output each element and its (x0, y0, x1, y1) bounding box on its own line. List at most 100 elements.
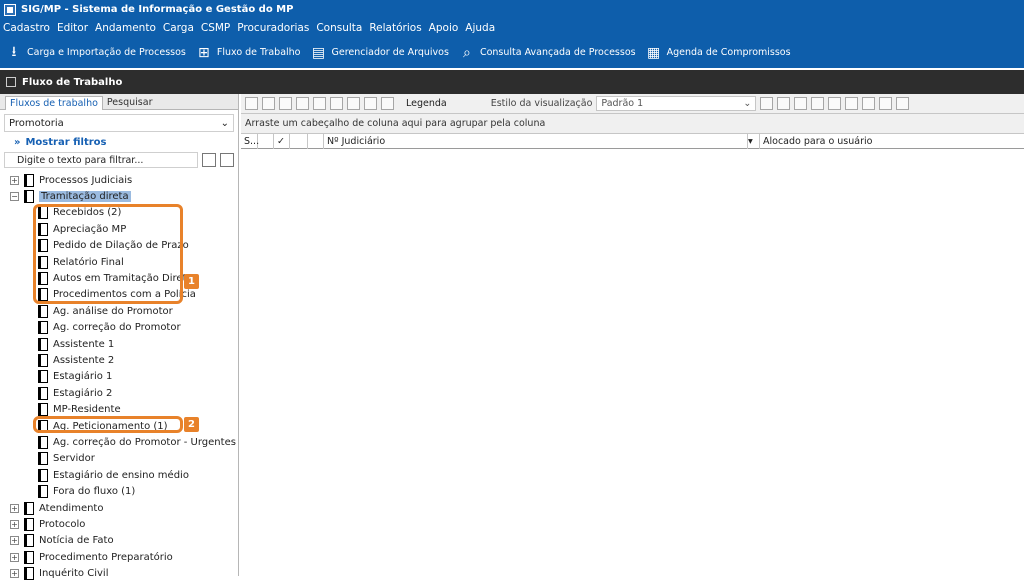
tree-node-label: MP-Residente (53, 404, 121, 416)
menu-csmp[interactable]: CSMP (201, 22, 230, 34)
paperclip-icon[interactable] (308, 133, 324, 149)
toolbar-fluxo-button[interactable]: ⊞ Fluxo de Trabalho (196, 45, 301, 61)
callout-badge-2: 2 (184, 417, 199, 432)
tree-collapse-icon[interactable] (220, 153, 234, 167)
column-status[interactable]: S... (241, 133, 259, 149)
expand-icon[interactable]: + (10, 503, 19, 513)
menu-consulta[interactable]: Consulta (316, 22, 362, 34)
tree-node[interactable]: + Processos Judiciais (0, 172, 238, 188)
toolbar-carga-label: Carga e Importação de Processos (27, 47, 186, 58)
document-icon (38, 386, 48, 400)
toolbar-agenda-button[interactable]: ▦ Agenda de Compromissos (646, 45, 791, 61)
tree-node[interactable]: + Protocolo (0, 516, 238, 532)
menu-apoio[interactable]: Apoio (429, 22, 459, 34)
show-filters-label: Mostrar filtros (25, 137, 107, 148)
combo-value: Promotoria (9, 117, 64, 129)
menu-andamento[interactable]: Andamento (95, 22, 156, 34)
tree-icon[interactable] (862, 97, 876, 110)
tree-node[interactable]: Estagiário de ensino médio (0, 467, 238, 483)
filter-input[interactable]: Digite o texto para filtrar... (4, 152, 198, 168)
tree-node[interactable]: Assistente 2 (0, 352, 238, 368)
toolbar-carga-button[interactable]: ⭳ Carga e Importação de Processos (6, 44, 186, 61)
tree-node[interactable]: Fora do fluxo (1) (0, 483, 238, 499)
main-toolbar: ⭳ Carga e Importação de Processos ⊞ Flux… (0, 37, 1024, 68)
tag-icon[interactable] (290, 133, 308, 149)
group-by-area[interactable]: Arraste um cabeçalho de coluna aqui para… (241, 114, 1024, 134)
expand-icon[interactable]: + (10, 175, 19, 185)
document-icon (24, 173, 34, 187)
delete-icon[interactable] (777, 97, 791, 110)
group-icon[interactable] (845, 97, 859, 110)
paste-icon[interactable] (296, 97, 309, 110)
attach-icon[interactable] (364, 97, 377, 110)
legend-button[interactable]: Legenda (406, 98, 447, 109)
column-alocado-label: Alocado para o usuário (763, 135, 873, 147)
copy-icon[interactable] (279, 97, 292, 110)
refresh-icon[interactable] (262, 97, 275, 110)
toolbar-consulta-button[interactable]: ⌕ Consulta Avançada de Processos (459, 45, 636, 61)
tree-node[interactable]: Estagiário 1 (0, 369, 238, 385)
edit-icon[interactable] (794, 97, 808, 110)
tree-node[interactable]: Estagiário 2 (0, 385, 238, 401)
menu-ajuda[interactable]: Ajuda (465, 22, 495, 34)
callout-box-1 (33, 204, 183, 304)
collapse-icon[interactable]: − (10, 192, 19, 202)
tree-node-label: Assistente 1 (53, 338, 115, 350)
tab-pesquisar[interactable]: Pesquisar (103, 96, 157, 109)
filter-icon[interactable] (828, 97, 842, 110)
tab-fluxos[interactable]: Fluxos de trabalho (5, 96, 103, 110)
tree-node[interactable]: Ag. correção do Promotor (0, 320, 238, 336)
callout-badge-1: 1 (184, 274, 199, 289)
tree-node[interactable]: Servidor (0, 451, 238, 467)
tree-node[interactable]: Ag. correção do Promotor - Urgentes (0, 434, 238, 450)
columns-icon[interactable] (811, 97, 825, 110)
promotoria-combo[interactable]: Promotoria ⌄ (4, 114, 234, 132)
column-filter-icon[interactable]: ▾ (748, 133, 760, 149)
panel-title: Fluxo de Trabalho (22, 76, 123, 88)
layout-icon[interactable] (879, 97, 893, 110)
right-pane: Legenda Estilo da visualização Padrão 1 … (241, 94, 1024, 576)
toolbar-gerenciador-button[interactable]: ▤ Gerenciador de Arquivos (311, 45, 449, 61)
save-icon[interactable] (760, 97, 774, 110)
document-icon[interactable] (347, 97, 360, 110)
panel-header: Fluxo de Trabalho (0, 70, 1024, 94)
show-filters-link[interactable]: » Mostrar filtros (14, 137, 238, 148)
tree-node[interactable]: Assistente 1 (0, 336, 238, 352)
upload-icon[interactable] (381, 97, 394, 110)
menu-procuradorias[interactable]: Procuradorias (237, 22, 309, 34)
move-icon[interactable] (313, 97, 326, 110)
tree-node[interactable]: + Notícia de Fato (0, 533, 238, 549)
tree-node[interactable]: + Atendimento (0, 500, 238, 516)
tree-expand-icon[interactable] (202, 153, 216, 167)
expand-icon[interactable]: + (10, 552, 19, 562)
tree-node-label: Processos Judiciais (39, 174, 133, 186)
menu-relatorios[interactable]: Relatórios (369, 22, 421, 34)
style-select[interactable]: Padrão 1 ⌄ (596, 96, 757, 111)
menu-editor[interactable]: Editor (57, 22, 88, 34)
tree-node[interactable]: − Tramitação direta (0, 188, 238, 204)
document-icon (24, 567, 34, 581)
tree-node[interactable]: + Procedimento Preparatório (0, 549, 238, 565)
document-icon (38, 452, 48, 466)
document-icon (38, 304, 48, 318)
document-icon (38, 403, 48, 417)
check-icon[interactable]: ✓ (274, 133, 290, 149)
toolbar-agenda-label: Agenda de Compromissos (666, 47, 791, 58)
callout-box-2 (33, 416, 183, 433)
menu-carga[interactable]: Carga (163, 22, 194, 34)
tree-node[interactable]: Ag. análise do Promotor (0, 303, 238, 319)
toolbar-fluxo-label: Fluxo de Trabalho (216, 47, 301, 58)
tree-node-label: Assistente 2 (53, 354, 115, 366)
column-numero-judiciario[interactable]: Nº Judiciário (324, 133, 748, 149)
tree-node[interactable]: + Inquérito Civil (0, 565, 238, 581)
expand-icon[interactable]: + (10, 519, 19, 529)
column-alocado[interactable]: Alocado para o usuário (760, 134, 1015, 149)
document-icon (24, 534, 34, 548)
print-icon[interactable] (896, 97, 910, 110)
menu-cadastro[interactable]: Cadastro (3, 22, 50, 34)
bookmark-icon[interactable] (258, 133, 274, 149)
new-icon[interactable] (245, 97, 258, 110)
expand-icon[interactable]: + (10, 569, 19, 579)
export-icon[interactable] (330, 97, 343, 110)
expand-icon[interactable]: + (10, 536, 19, 546)
